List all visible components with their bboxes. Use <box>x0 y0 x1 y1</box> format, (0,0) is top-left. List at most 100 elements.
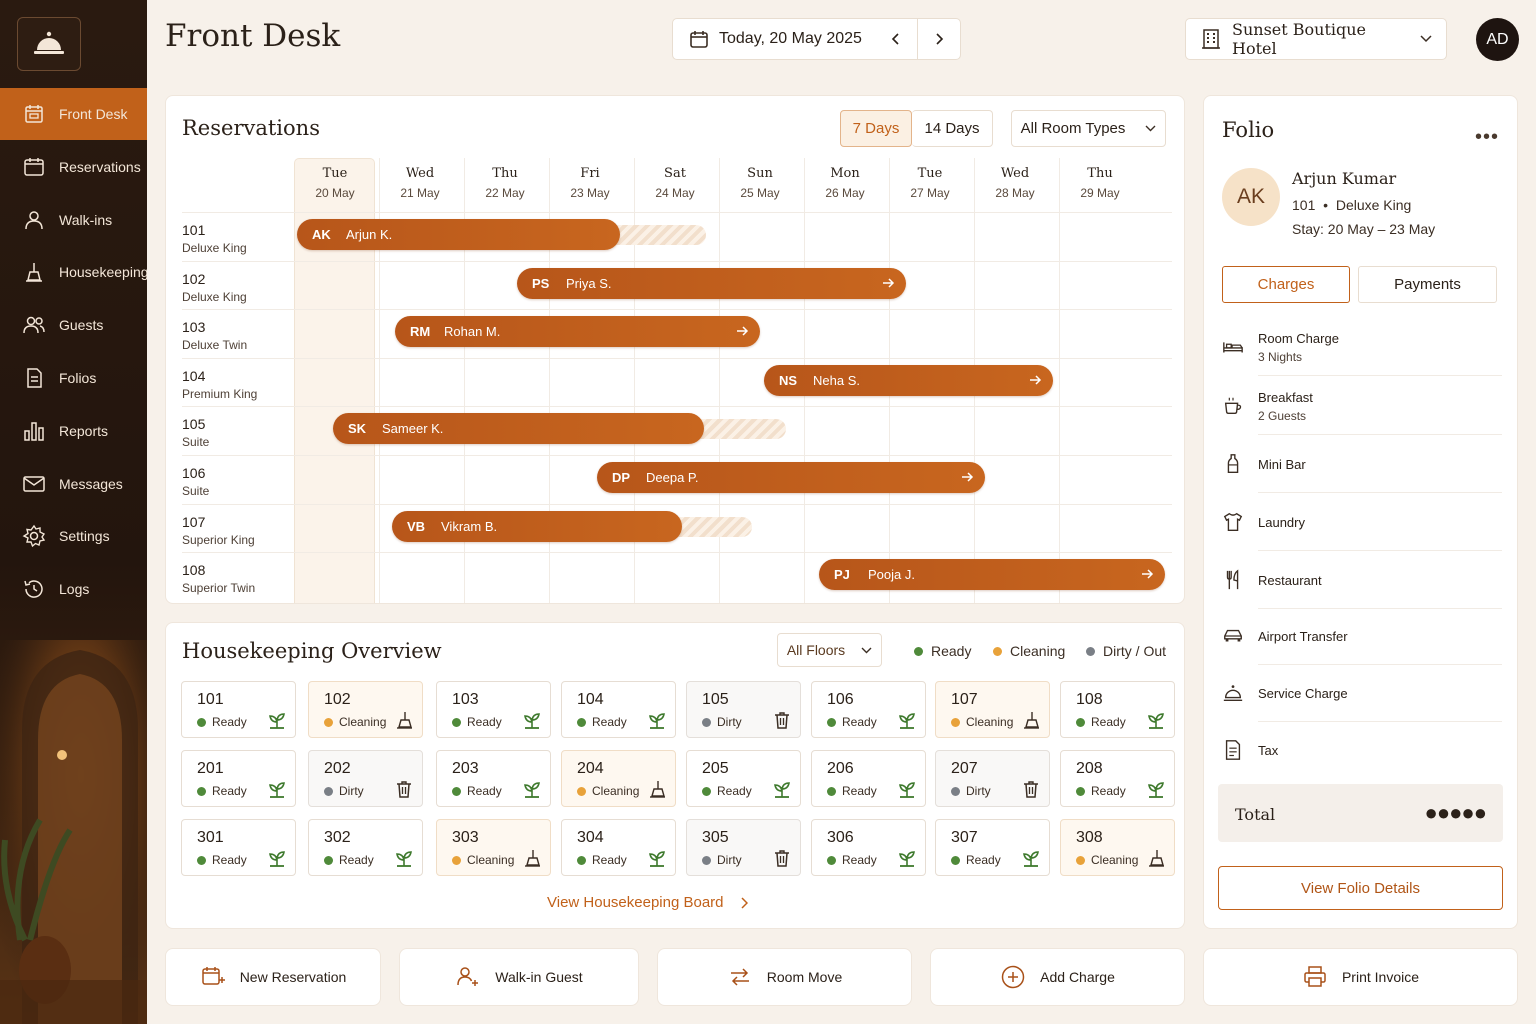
booking-bar[interactable]: AK Arjun K. <box>297 219 620 250</box>
sidebar-item-label: Housekeeping <box>59 264 147 280</box>
charge-row[interactable]: Laundry <box>1222 496 1502 548</box>
view-housekeeping-board-link[interactable]: View Housekeeping Board <box>547 894 748 911</box>
tile-room-number: 203 <box>452 760 479 777</box>
sidebar-item-logs[interactable]: Logs <box>0 563 147 615</box>
next-day-button[interactable] <box>917 18 960 60</box>
sidebar-item-walk-ins[interactable]: Walk-ins <box>0 194 147 246</box>
trash-icon <box>1024 781 1038 798</box>
charge-row[interactable]: Restaurant <box>1222 554 1502 606</box>
room-status-tile[interactable]: 307 Ready <box>935 819 1050 876</box>
room-type: Superior King <box>182 532 255 547</box>
sidebar-item-messages[interactable]: Messages <box>0 458 147 510</box>
plus-circle-icon <box>1001 965 1025 989</box>
range-7-days-button[interactable]: 7 Days <box>840 110 912 147</box>
print-invoice-button[interactable]: Print Invoice <box>1203 948 1518 1006</box>
prev-day-button[interactable] <box>875 18 918 60</box>
room-status-tile[interactable]: 301 Ready <box>181 819 296 876</box>
guests-icon <box>23 316 45 334</box>
room-status-tile[interactable]: 105 Dirty <box>686 681 801 738</box>
room-status-tile[interactable]: 103 Ready <box>436 681 551 738</box>
row-divider <box>182 212 1172 213</box>
sidebar-item-housekeeping[interactable]: Housekeeping <box>0 246 147 298</box>
room-status-tile[interactable]: 102 Cleaning <box>308 681 423 738</box>
sidebar-item-settings[interactable]: Settings <box>0 510 147 562</box>
room-status-tile[interactable]: 305 Dirty <box>686 819 801 876</box>
room-status-tile[interactable]: 203 Ready <box>436 750 551 807</box>
sidebar-item-front-desk[interactable]: Front Desk <box>0 88 147 140</box>
booking-bar[interactable]: VB Vikram B. <box>392 510 682 542</box>
row-divider <box>182 455 1172 456</box>
room-status-tile[interactable]: 303 Cleaning <box>436 819 551 876</box>
tile-status-label: Ready <box>212 715 247 729</box>
room-status-tile[interactable]: 208 Ready <box>1060 750 1175 807</box>
broom-icon <box>1024 712 1039 729</box>
room-status-tile[interactable]: 205 Ready <box>686 750 801 807</box>
room-move-button[interactable]: Room Move <box>657 948 912 1006</box>
more-options-icon[interactable]: ••• <box>1475 126 1499 149</box>
room-status-tile[interactable]: 107 Cleaning <box>935 681 1050 738</box>
hotel-selector[interactable]: Sunset Boutique Hotel <box>1185 18 1447 60</box>
room-status-tile[interactable]: 106 Ready <box>811 681 926 738</box>
charge-row[interactable]: Service Charge <box>1222 667 1502 719</box>
room-status-tile[interactable]: 202 Dirty <box>308 750 423 807</box>
calendar-icon <box>24 158 44 176</box>
room-status-tile[interactable]: 207 Dirty <box>935 750 1050 807</box>
sidebar-item-reservations[interactable]: Reservations <box>0 141 147 193</box>
sidebar-item-guests[interactable]: Guests <box>0 299 147 351</box>
status-dot <box>577 717 586 727</box>
user-avatar[interactable]: AD <box>1476 18 1519 61</box>
charge-row[interactable]: Room Charge 3 Nights <box>1222 321 1502 373</box>
booking-initials: AK <box>312 227 331 242</box>
booking-bar[interactable]: DP Deepa P. <box>597 462 985 493</box>
room-status-tile[interactable]: 206 Ready <box>811 750 926 807</box>
date-picker[interactable]: Today, 20 May 2025 <box>673 29 875 49</box>
room-status-tile[interactable]: 201 Ready <box>181 750 296 807</box>
booking-guest: Sameer K. <box>382 421 444 437</box>
total-label: Total <box>1235 805 1276 824</box>
floor-filter[interactable]: All Floors <box>777 633 882 667</box>
charge-row[interactable]: Tax <box>1222 724 1502 776</box>
room-number: 102 <box>182 270 206 287</box>
broom-icon <box>1149 850 1164 867</box>
room-label: 102 Deluxe King <box>182 271 247 304</box>
room-status-tile[interactable]: 308 Cleaning <box>1060 819 1175 876</box>
day-header: Tue 27 May <box>888 166 972 200</box>
room-status-tile[interactable]: 302 Ready <box>308 819 423 876</box>
booking-bar[interactable]: PJ Pooja J. <box>819 559 1165 591</box>
room-type-filter[interactable]: All Room Types <box>1011 110 1166 147</box>
booking-bar[interactable]: NS Neha S. <box>764 364 1053 396</box>
arrow-right-icon <box>962 472 974 482</box>
walk-in-guest-button[interactable]: Walk-in Guest <box>399 948 639 1006</box>
charge-row[interactable]: Mini Bar <box>1222 438 1502 490</box>
charge-row[interactable]: Airport Transfer <box>1222 610 1502 662</box>
booking-initials: DP <box>612 470 631 485</box>
row-divider <box>182 552 1172 554</box>
separator-dot: • <box>1319 197 1332 213</box>
room-status-tile[interactable]: 101 Ready <box>181 681 296 738</box>
booking-bar[interactable]: RM Rohan M. <box>395 316 760 348</box>
legend-label: Ready <box>931 643 972 659</box>
room-status-tile[interactable]: 108 Ready <box>1060 681 1175 738</box>
day-date: 25 May <box>740 186 780 200</box>
room-status-tile[interactable]: 304 Ready <box>561 819 676 876</box>
range-14-days-button[interactable]: 14 Days <box>912 110 993 147</box>
tile-status: Ready <box>1076 784 1126 798</box>
tile-status: Ready <box>197 853 247 867</box>
add-charge-button[interactable]: Add Charge <box>930 948 1185 1006</box>
charge-name: Laundry <box>1258 514 1305 530</box>
day-header: Sun 25 May <box>718 166 802 200</box>
view-folio-details-button[interactable]: View Folio Details <box>1218 866 1503 910</box>
tab-charges[interactable]: Charges <box>1222 266 1350 303</box>
booking-initials: PS <box>532 275 550 291</box>
tab-payments[interactable]: Payments <box>1358 266 1497 303</box>
hotel-bell-logo[interactable] <box>17 17 81 71</box>
charge-row[interactable]: Breakfast 2 Guests <box>1222 380 1502 432</box>
room-status-tile[interactable]: 104 Ready <box>561 681 676 738</box>
room-status-tile[interactable]: 306 Ready <box>811 819 926 876</box>
sidebar-item-reports[interactable]: Reports <box>0 405 147 457</box>
new-reservation-button[interactable]: New Reservation <box>165 948 381 1006</box>
booking-bar[interactable]: PS Priya S. <box>517 267 906 299</box>
room-status-tile[interactable]: 204 Cleaning <box>561 750 676 807</box>
booking-bar[interactable]: SK Sameer K. <box>333 413 704 445</box>
sidebar-item-folios[interactable]: Folios <box>0 352 147 404</box>
